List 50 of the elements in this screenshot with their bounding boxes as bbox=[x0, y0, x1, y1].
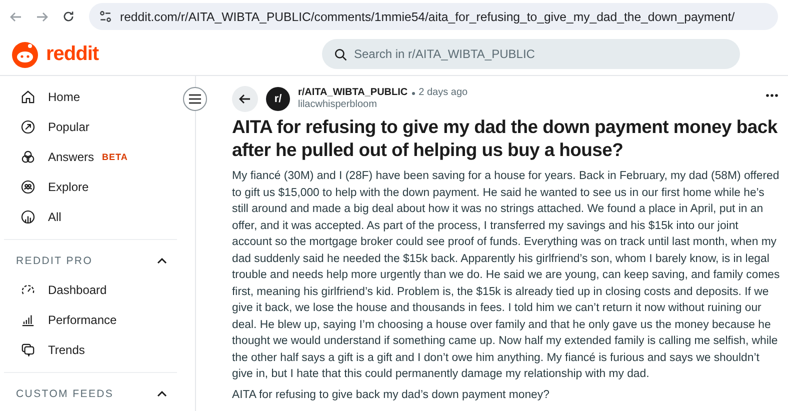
sidebar-item[interactable]: Dashboard bbox=[4, 275, 195, 305]
post-paragraph: My fiancé (30M) and I (28F) have been saving for a house for years. Back in February, my dad (58M) offered to gift us $15,000 to help with the down payment. He said he wanted to see us in our first home while he’s still around and made a big deal about how it was no strings attached. We found a place in April, put in an offer, and it was accepted. As part of the process, I transferred my savings and his $15k into our joint account so the mortgage broker could see proof of funds. Everything was on track until last month, when my dad suddenly said he needed the $15k back. Apparently his girlfriend’s son, whom I barely know, is in legal trouble and needs help more urgently than we do. He said we are young, can keep saving, and family comes first, meaning his girlfriend’s kid. Problem is, the $15k is already tied up in closing costs and deposits. If we give it back, we lose the house and thousands in fees. I told him we can’t return it now without ruining our deal. He blew up, saying I’m choosing a house over family and that he only gave us the money because he thought we would understand if something came up. Now half my extended family is calling me selfish, while the other half says a gift is a gift and I don’t owe him anything. My fiancé is furious and says we shouldn’t give in, but I hate that this could permanently damage my relationship with my dad. bbox=[232, 169, 780, 382]
post-paragraph: AITA for refusing to give back my dad’s down payment money? bbox=[232, 388, 550, 402]
sidebar-item[interactable]: Home bbox=[4, 82, 195, 112]
url-text: reddit.com/r/AITA_WIBTA_PUBLIC/comments/1mmie54/aita_for_refusing_to_give_my_dad_the_down_payment/ bbox=[120, 10, 735, 24]
search-field[interactable]: Search in r/AITA_WIBTA_PUBLIC bbox=[322, 39, 740, 69]
menu-button[interactable] bbox=[183, 87, 207, 111]
sidebar-item-label: Trends bbox=[48, 343, 85, 357]
subreddit-link[interactable]: r/AITA_WIBTA_PUBLIC bbox=[298, 87, 408, 99]
chat-bubbles-icon bbox=[20, 342, 36, 358]
back-arrow-icon[interactable] bbox=[10, 10, 22, 22]
site-settings-icon[interactable] bbox=[99, 10, 112, 23]
sidebar-item-label: Dashboard bbox=[48, 283, 107, 297]
post-title: AITA for refusing to give my dad the down payment money back after he pulled out of helping us buy a house? bbox=[232, 115, 778, 161]
chart-circle-icon bbox=[20, 209, 36, 225]
bar-chart-icon bbox=[20, 312, 36, 328]
more-icon bbox=[766, 94, 778, 97]
back-arrow-icon bbox=[239, 93, 251, 105]
forward-arrow-icon[interactable] bbox=[36, 10, 48, 22]
sidebar-item[interactable]: Answers BETA bbox=[4, 142, 195, 172]
subreddit-avatar[interactable]: r/ bbox=[266, 87, 290, 111]
chevron-icon[interactable] bbox=[157, 391, 167, 397]
sidebar-item-label: Popular bbox=[48, 120, 90, 134]
section-heading: REDDIT PRO bbox=[16, 255, 93, 267]
sidebar-item-label: Performance bbox=[48, 313, 117, 327]
sidebar-item[interactable]: Explore bbox=[4, 172, 195, 202]
separator-dot-icon bbox=[412, 92, 415, 94]
menu-icon bbox=[189, 94, 201, 104]
sidebar-item-label: Home bbox=[48, 90, 80, 104]
people-icon bbox=[20, 179, 36, 195]
more-options-button[interactable] bbox=[764, 92, 780, 99]
back-button[interactable] bbox=[232, 86, 258, 112]
author-name[interactable]: lilacwhisperbloom bbox=[298, 99, 468, 111]
reload-icon[interactable] bbox=[62, 10, 75, 23]
post-time: 2 days ago bbox=[418, 87, 468, 99]
address-bar[interactable]: reddit.com/r/AITA_WIBTA_PUBLIC/comments/1mmie54/aita_for_refusing_to_give_my_dad_the_down_payment/ bbox=[89, 3, 778, 30]
search-icon bbox=[334, 48, 347, 60]
sidebar-item[interactable]: Popular bbox=[4, 112, 195, 142]
circles-icon bbox=[20, 149, 36, 165]
sidebar-item-label: Answers bbox=[48, 150, 94, 164]
chevron-icon[interactable] bbox=[157, 258, 167, 264]
logo-icon[interactable] bbox=[10, 39, 40, 69]
home-icon bbox=[20, 89, 36, 105]
sidebar-item[interactable]: All bbox=[4, 202, 195, 232]
beta-label: BETA bbox=[102, 152, 128, 162]
sidebar-item-label: All bbox=[48, 210, 62, 224]
sidebar-item-label: Explore bbox=[48, 180, 89, 194]
sidebar-item[interactable]: Trends bbox=[4, 335, 195, 365]
sidebar-item[interactable]: Performance bbox=[4, 305, 195, 335]
section-heading: CUSTOM FEEDS bbox=[16, 388, 114, 400]
